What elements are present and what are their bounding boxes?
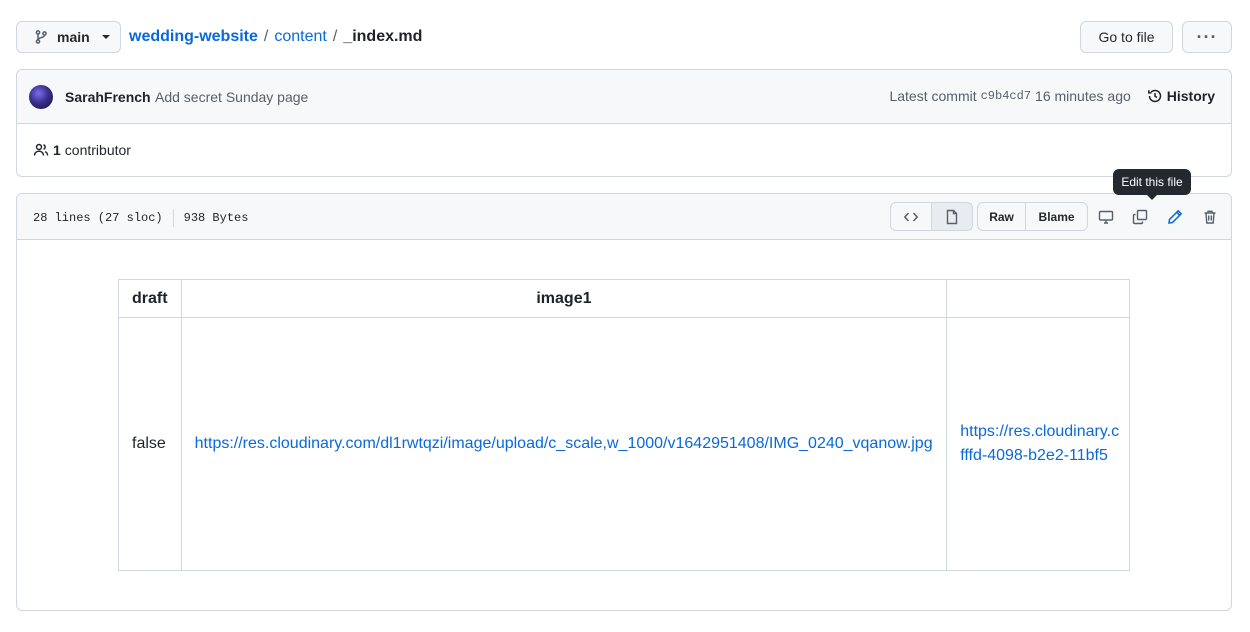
table-row: false https://res.cloudinary.com/dl1rwtq… [118, 317, 1130, 571]
breadcrumb-repo-link[interactable]: wedding-website [129, 26, 258, 48]
contributor-count: 1 [53, 142, 61, 158]
file-viewer: 28 lines (27 sloc) 938 Bytes Raw Blame d… [16, 193, 1232, 611]
breadcrumb-file-name: _index.md [343, 28, 423, 45]
branch-name: main [57, 29, 90, 45]
git-branch-icon [35, 30, 47, 44]
copy-icon [1132, 209, 1148, 225]
view-mode-toggle [890, 202, 973, 231]
avatar[interactable] [29, 85, 53, 109]
frontmatter-table: draft image1 false https://res.cloudinar… [118, 279, 1130, 571]
divider [172, 209, 174, 227]
pencil-icon [1168, 209, 1183, 224]
trash-icon [1204, 210, 1216, 224]
delete-file-button[interactable] [1198, 205, 1222, 229]
table-header-image1: image1 [180, 279, 948, 318]
cell-image2: https://res.cloudinary.c fffd-4098-b2e2-… [946, 317, 1130, 571]
people-icon [33, 143, 49, 156]
commit-time: 16 minutes ago [1035, 88, 1131, 104]
breadcrumb-folder-link[interactable]: content [274, 26, 326, 48]
table-header-row: draft image1 [118, 279, 1130, 318]
table-header-image2 [946, 279, 1130, 318]
blame-button[interactable]: Blame [1026, 203, 1087, 230]
table-header-draft: draft [118, 279, 182, 318]
file-line-count: 28 lines (27 sloc) [33, 211, 163, 225]
raw-button[interactable]: Raw [978, 203, 1027, 230]
source-view-button[interactable] [891, 203, 932, 230]
desktop-icon [1098, 210, 1114, 224]
cell-image1: https://res.cloudinary.com/dl1rwtqzi/ima… [180, 317, 948, 571]
contributor-label: contributor [64, 142, 131, 158]
history-link[interactable]: History [1147, 88, 1215, 104]
copy-raw-button[interactable] [1128, 205, 1152, 229]
latest-commit-label: Latest commit [889, 88, 977, 104]
file-size: 938 Bytes [183, 211, 249, 225]
rendered-view-button[interactable] [931, 203, 972, 230]
commit-sha-link[interactable]: c9b4cd7 [981, 89, 1031, 103]
file-header: 28 lines (27 sloc) 938 Bytes Raw Blame [17, 194, 1231, 240]
open-desktop-button[interactable] [1094, 205, 1118, 229]
branch-selector-button[interactable]: main [16, 21, 121, 53]
kebab-horizontal-icon: ··· [1196, 26, 1218, 47]
chevron-down-icon [101, 35, 110, 39]
code-icon [903, 211, 918, 222]
commit-info-box: SarahFrench Add secret Sunday page Lates… [16, 69, 1232, 177]
raw-blame-group: Raw Blame [977, 202, 1088, 231]
breadcrumb-separator: / [263, 28, 269, 45]
edit-file-button[interactable] [1163, 205, 1187, 229]
commit-meta: Latest commit c9b4cd7 16 minutes ago His… [889, 88, 1215, 104]
edit-file-tooltip: Edit this file [1113, 169, 1191, 200]
file-icon [946, 209, 957, 224]
breadcrumb-separator: / [332, 28, 338, 45]
latest-commit-row: SarahFrench Add secret Sunday page Lates… [17, 70, 1231, 124]
cell-draft-value: false [118, 317, 182, 571]
file-info: 28 lines (27 sloc) 938 Bytes [33, 209, 248, 227]
frontmatter-table-container[interactable]: draft image1 false https://res.cloudinar… [118, 279, 1130, 571]
commit-author-link[interactable]: SarahFrench [65, 89, 151, 105]
history-icon [1147, 89, 1162, 103]
commit-message-link[interactable]: Add secret Sunday page [155, 89, 308, 105]
image2-link[interactable]: https://res.cloudinary.c fffd-4098-b2e2-… [960, 420, 1120, 468]
history-label: History [1166, 88, 1215, 104]
go-to-file-button[interactable]: Go to file [1080, 21, 1173, 53]
contributors-row: 1 contributor [17, 124, 1231, 176]
breadcrumb: wedding-website / content / _index.md [129, 26, 422, 48]
more-options-button[interactable]: ··· [1182, 21, 1232, 53]
image1-link[interactable]: https://res.cloudinary.com/dl1rwtqzi/ima… [195, 435, 933, 452]
contributors-link[interactable]: 1 contributor [33, 142, 131, 158]
